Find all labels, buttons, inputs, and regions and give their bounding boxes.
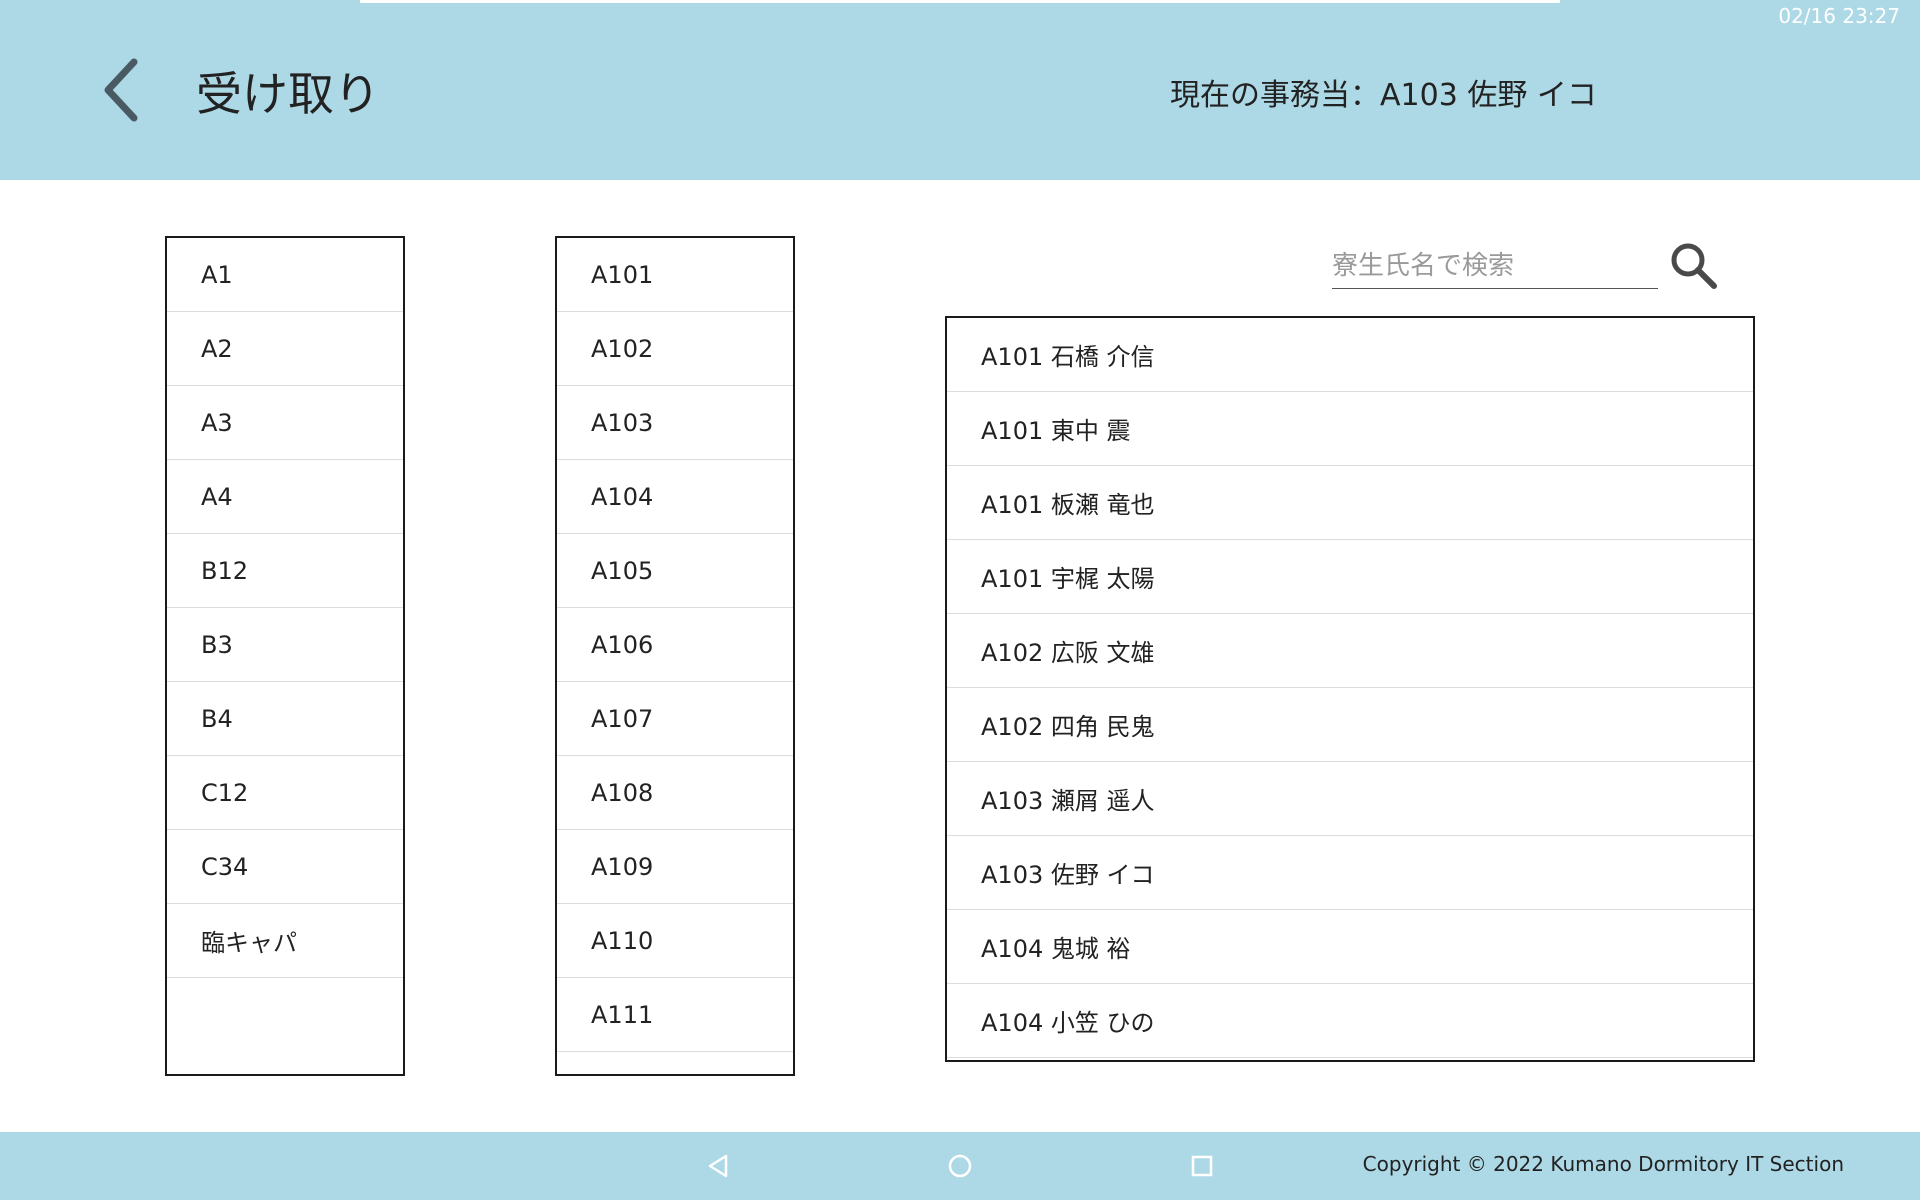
triangle-back-icon xyxy=(708,1154,728,1178)
block-list-item[interactable]: C12 xyxy=(167,756,403,830)
app-footer: Copyright © 2022 Kumano Dormitory IT Sec… xyxy=(0,1132,1920,1200)
room-list-item[interactable]: A108 xyxy=(557,756,793,830)
block-list-item[interactable]: B12 xyxy=(167,534,403,608)
resident-list-item[interactable]: A101 板瀬 竜也 xyxy=(947,466,1753,540)
block-list-item[interactable]: 臨キャパ xyxy=(167,904,403,978)
room-list-item[interactable]: A105 xyxy=(557,534,793,608)
status-clock: 02/16 23:27 xyxy=(1778,4,1900,28)
circle-home-icon xyxy=(948,1154,972,1178)
nav-recent-button[interactable] xyxy=(1182,1146,1222,1186)
block-list[interactable]: A1 A2 A3 A4 B12 B3 B4 C12 C34 臨キャパ xyxy=(165,236,405,1076)
block-list-item[interactable]: B4 xyxy=(167,682,403,756)
block-list-item[interactable]: A4 xyxy=(167,460,403,534)
room-list[interactable]: A101 A102 A103 A104 A105 A106 A107 A108 A109 A110… xyxy=(555,236,795,1076)
resident-list-item[interactable]: A104 鬼城 裕 xyxy=(947,910,1753,984)
back-button[interactable] xyxy=(96,54,156,126)
block-list-item[interactable]: B3 xyxy=(167,608,403,682)
nav-home-button[interactable] xyxy=(940,1146,980,1186)
nav-back-button[interactable] xyxy=(698,1146,738,1186)
resident-list-item[interactable]: A103 佐野 イコ xyxy=(947,836,1753,910)
room-list-item[interactable]: A106 xyxy=(557,608,793,682)
current-officer-label: 現在の事務当：A103 佐野 イコ xyxy=(1170,78,1597,113)
room-list-item[interactable]: A103 xyxy=(557,386,793,460)
resident-list[interactable]: A101 石橋 介信 A101 東中 震 A101 板瀬 竜也 A101 宇梶 太陽 A… xyxy=(945,316,1755,1062)
resident-list-item[interactable]: A102 広阪 文雄 xyxy=(947,614,1753,688)
room-list-item[interactable]: A107 xyxy=(557,682,793,756)
page-title: 受け取り xyxy=(196,67,380,121)
room-list-item[interactable]: A110 xyxy=(557,904,793,978)
room-list-item[interactable]: A109 xyxy=(557,830,793,904)
search-button[interactable] xyxy=(1668,240,1720,292)
resident-list-item[interactable]: A101 宇梶 太陽 xyxy=(947,540,1753,614)
square-recent-icon xyxy=(1191,1155,1213,1177)
top-indicator-bar xyxy=(360,0,1560,3)
search-icon xyxy=(1671,243,1717,289)
room-list-item[interactable]: A111 xyxy=(557,978,793,1052)
room-list-item[interactable]: A104 xyxy=(557,460,793,534)
copyright-text: Copyright © 2022 Kumano Dormitory IT Sec… xyxy=(1362,1152,1844,1176)
block-list-item[interactable]: A2 xyxy=(167,312,403,386)
resident-search-input[interactable] xyxy=(1332,244,1658,289)
room-list-item[interactable]: A101 xyxy=(557,238,793,312)
resident-list-item[interactable]: A104 小笠 ひの xyxy=(947,984,1753,1058)
block-list-item[interactable]: A3 xyxy=(167,386,403,460)
resident-list-item[interactable]: A101 石橋 介信 xyxy=(947,318,1753,392)
resident-list-item[interactable]: A102 四角 民鬼 xyxy=(947,688,1753,762)
app-header: 02/16 23:27 受け取り 現在の事務当：A103 佐野 イコ xyxy=(0,0,1920,180)
block-list-item[interactable]: C34 xyxy=(167,830,403,904)
block-list-item[interactable]: A1 xyxy=(167,238,403,312)
resident-list-item[interactable]: A103 瀬屑 遥人 xyxy=(947,762,1753,836)
chevron-left-icon xyxy=(104,58,138,122)
resident-list-item[interactable]: A101 東中 震 xyxy=(947,392,1753,466)
room-list-item[interactable]: A102 xyxy=(557,312,793,386)
